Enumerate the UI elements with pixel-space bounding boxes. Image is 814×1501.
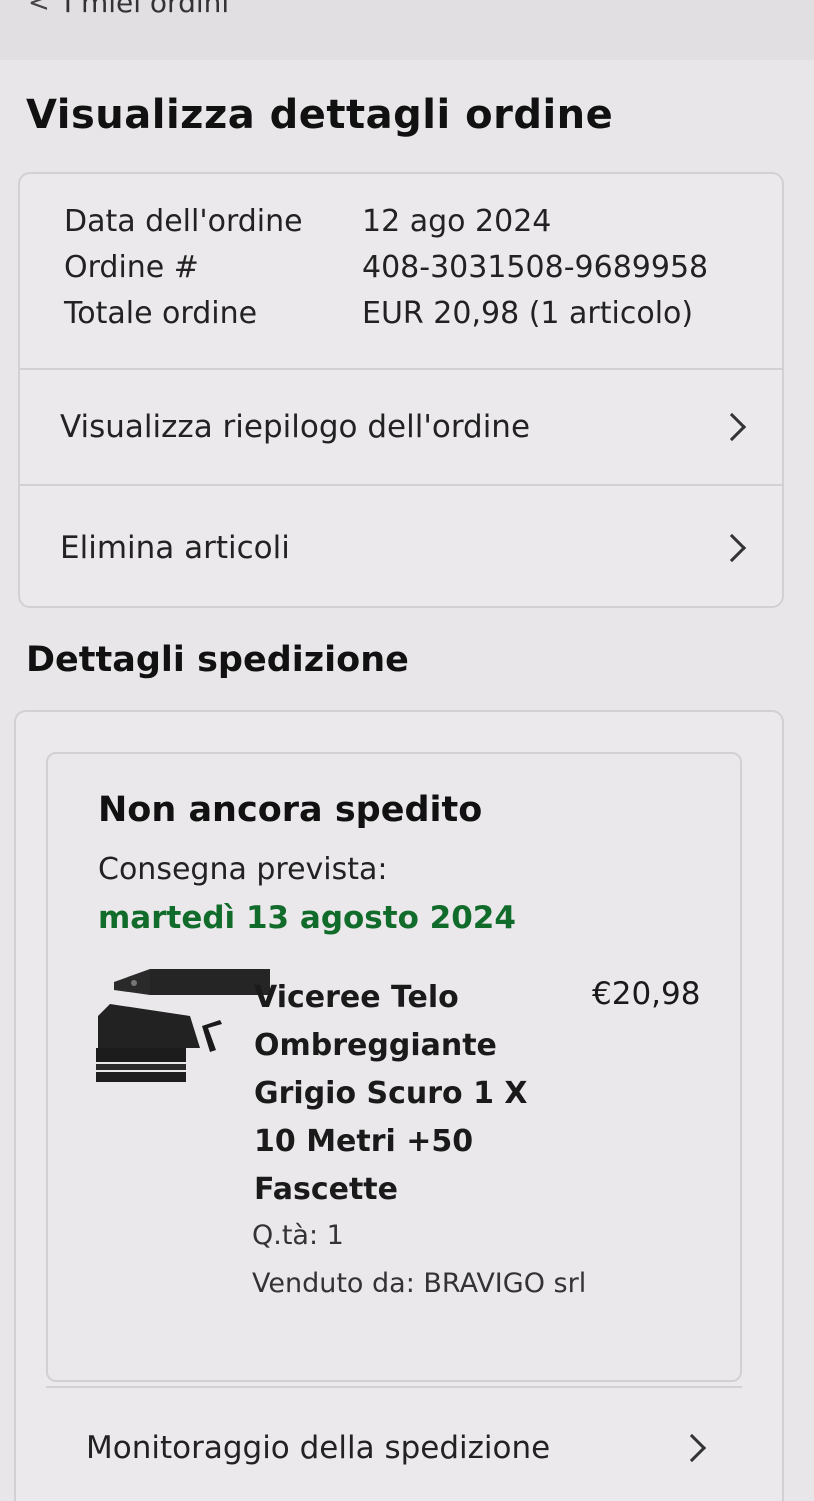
product-image[interactable] — [94, 966, 274, 1096]
chevron-right-icon — [717, 412, 747, 442]
order-total-value: EUR 20,98 (1 articolo) — [362, 296, 694, 331]
track-shipment-link[interactable]: Monitoraggio della spedizione — [16, 1388, 782, 1501]
order-number-row: Ordine # 408-3031508-9689958 — [64, 250, 708, 285]
delete-items-label: Elimina articoli — [60, 530, 290, 566]
order-date-value: 12 ago 2024 — [362, 204, 552, 239]
shipping-card: Non ancora spedito Consegna prevista: ma… — [14, 710, 784, 1501]
product-title-link[interactable]: Viceree Telo Ombreggiante Grigio Scuro 1… — [254, 974, 554, 1214]
product-seller: Venduto da: BRAVIGO srl — [252, 1268, 587, 1299]
order-total-label: Totale ordine — [64, 296, 258, 331]
shipment-box: Non ancora spedito Consegna prevista: ma… — [46, 752, 742, 1382]
shipment-status: Non ancora spedito — [98, 790, 483, 830]
delete-items-link[interactable]: Elimina articoli — [20, 488, 782, 608]
delivery-date: martedì 13 agosto 2024 — [98, 900, 516, 936]
back-link[interactable]: < I miei ordini — [28, 0, 229, 19]
top-bar: < I miei ordini — [0, 0, 814, 60]
order-date-row: Data dell'ordine 12 ago 2024 — [64, 204, 551, 239]
order-date-label: Data dell'ordine — [64, 204, 303, 239]
order-info-block: Data dell'ordine 12 ago 2024 Ordine # 40… — [20, 174, 782, 370]
view-order-summary-link[interactable]: Visualizza riepilogo dell'ordine — [20, 370, 782, 486]
chevron-right-icon — [677, 1433, 707, 1463]
order-info-card: Data dell'ordine 12 ago 2024 Ordine # 40… — [18, 172, 784, 608]
product-quantity: Q.tà: 1 — [252, 1220, 344, 1251]
order-details-page: < I miei ordini Visualizza dettagli ordi… — [0, 0, 814, 1501]
order-total-row: Totale ordine EUR 20,98 (1 articolo) — [64, 296, 693, 331]
track-shipment-label: Monitoraggio della spedizione — [86, 1430, 551, 1466]
delivery-label: Consegna prevista: — [98, 852, 388, 887]
order-number-value: 408-3031508-9689958 — [362, 250, 709, 285]
product-price: €20,98 — [592, 976, 701, 1012]
shipping-section-title: Dettagli spedizione — [26, 640, 409, 680]
view-order-summary-label: Visualizza riepilogo dell'ordine — [60, 409, 531, 445]
order-number-label: Ordine # — [64, 250, 199, 285]
back-link-label: I miei ordini — [63, 0, 230, 19]
chevron-left-icon: < — [28, 0, 50, 18]
chevron-right-icon — [717, 533, 747, 563]
page-title: Visualizza dettagli ordine — [26, 92, 614, 138]
